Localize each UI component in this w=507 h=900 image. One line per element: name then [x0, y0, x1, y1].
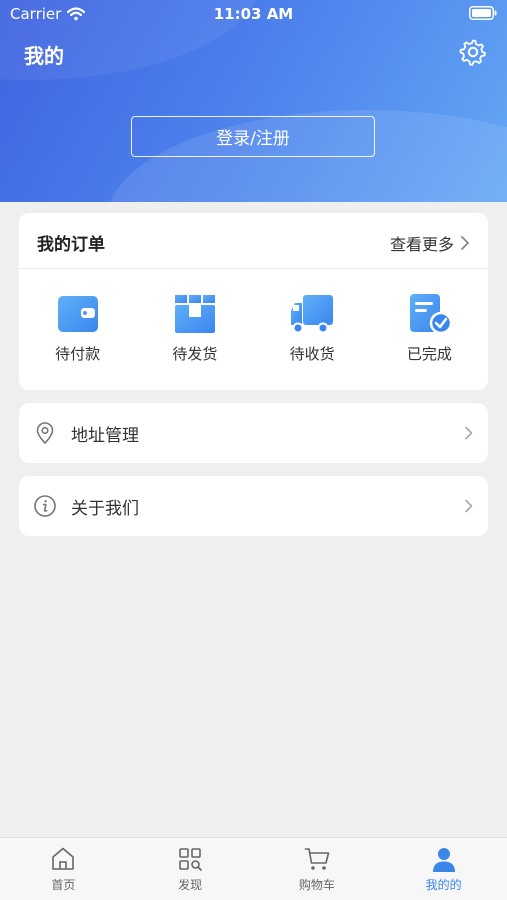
- chevron-right-icon: [465, 499, 473, 513]
- tab-label: 发现: [178, 878, 203, 892]
- truck-icon: [291, 295, 334, 334]
- person-icon: [432, 848, 455, 872]
- page-title: 我的: [24, 44, 64, 68]
- tab-discover[interactable]: 发现: [127, 838, 254, 900]
- home-icon: [52, 847, 75, 870]
- order-status-label: 已完成: [406, 345, 452, 363]
- completed-doc-icon: [410, 294, 453, 335]
- profile-header: Carrier 11:03 AM 我的 登录/注册: [0, 0, 507, 202]
- tab-label: 购物车: [298, 878, 335, 892]
- tab-mine[interactable]: 我的的: [380, 838, 507, 900]
- chevron-right-icon: [461, 236, 469, 250]
- chevron-right-icon: [465, 426, 473, 440]
- login-register-button[interactable]: 登录/注册: [131, 116, 375, 157]
- bottom-tab-bar: 首页 发现 购物车 我的的: [0, 837, 507, 900]
- about-us-label: 关于我们: [71, 498, 139, 519]
- tab-cart[interactable]: 购物车: [254, 838, 381, 900]
- order-status-pending-payment[interactable]: 待付款: [19, 293, 136, 364]
- location-pin-icon: [36, 422, 54, 445]
- order-status-label: 待付款: [55, 345, 101, 363]
- status-bar: Carrier 11:03 AM: [0, 0, 507, 28]
- clock: 11:03 AM: [213, 5, 294, 23]
- discover-grid-icon: [179, 848, 202, 871]
- gear-icon[interactable]: [459, 38, 487, 66]
- battery-icon: [469, 6, 497, 24]
- address-management-row[interactable]: 地址管理: [19, 403, 488, 463]
- info-icon: [34, 495, 56, 517]
- tab-home[interactable]: 首页: [0, 838, 127, 900]
- orders-title: 我的订单: [37, 235, 105, 255]
- order-status-completed[interactable]: 已完成: [371, 293, 488, 364]
- address-management-label: 地址管理: [71, 425, 139, 446]
- order-status-list: 待付款 待发货 待收货 已完成: [19, 293, 488, 364]
- order-status-pending-receipt[interactable]: 待收货: [254, 293, 371, 364]
- view-more-label: 查看更多: [389, 235, 454, 254]
- view-more-link[interactable]: 查看更多: [390, 231, 470, 255]
- order-status-pending-shipment[interactable]: 待发货: [136, 293, 253, 364]
- cart-icon: [304, 848, 330, 870]
- order-status-label: 待收货: [289, 345, 335, 363]
- my-orders-card: 我的订单 查看更多 待付款 待发货 待收货 已完成: [19, 213, 488, 390]
- order-status-label: 待发货: [172, 345, 218, 363]
- tab-label: 首页: [51, 878, 76, 892]
- about-us-row[interactable]: 关于我们: [19, 476, 488, 536]
- tab-label: 我的的: [425, 878, 462, 892]
- orders-header: 我的订单 查看更多: [19, 213, 488, 269]
- wallet-icon: [57, 296, 98, 332]
- box-icon: [174, 295, 215, 333]
